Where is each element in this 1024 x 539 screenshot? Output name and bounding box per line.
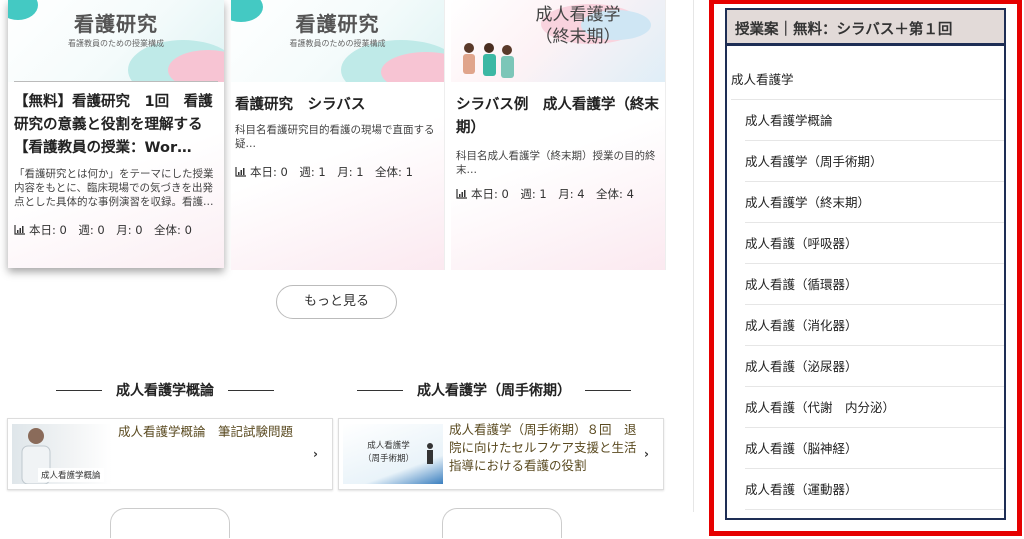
heading-rule bbox=[228, 389, 274, 391]
stats-text: 本日: 0 週: 1 月: 4 全体: 4 bbox=[471, 187, 634, 201]
section-heading: 成人看護学（周手術期） bbox=[357, 380, 631, 400]
link-thumbnail-label: 成人看護学概論 bbox=[38, 468, 104, 482]
link-thumbnail: 成人看護学概論 bbox=[12, 424, 112, 484]
column-divider bbox=[693, 0, 694, 512]
card-title[interactable]: シラバス例 成人看護学（終末期） bbox=[456, 94, 662, 140]
chevron-right-icon: › bbox=[644, 447, 649, 461]
card-description: 科目名看護研究目的看護の現場で直面する疑… bbox=[235, 124, 435, 150]
more-button[interactable] bbox=[110, 508, 230, 538]
bar-chart-icon bbox=[235, 167, 246, 177]
link-thumbnail-label-line: （周手術期） bbox=[363, 454, 415, 464]
bar-chart-icon bbox=[14, 225, 25, 235]
card-thumbnail[interactable]: 成人看護学 （終末期） bbox=[451, 0, 665, 82]
section-heading-text: 成人看護学（周手術期） bbox=[417, 383, 571, 399]
widget-header: 授業案｜無料：シラバス＋第１回 bbox=[727, 10, 1004, 46]
category-root[interactable]: 成人看護学 bbox=[731, 59, 1004, 100]
link-thumbnail-label-line: 成人看護学 bbox=[367, 441, 410, 451]
category-item[interactable]: 成人看護（脳神経） bbox=[745, 428, 1004, 469]
widget-title: 授業案｜無料：シラバス＋第１回 bbox=[735, 22, 953, 38]
related-link-card[interactable]: 成人看護学概論 成人看護学概論 筆記試験問題 › bbox=[7, 418, 333, 490]
card-title[interactable]: 【無料】看護研究 1回 看護研究の意義と役割を理解する【看護教員の授業：Wor… bbox=[14, 91, 218, 160]
category-item[interactable]: 成人看護（消化器） bbox=[745, 305, 1004, 346]
category-item[interactable]: 成人看護学（終末期） bbox=[745, 182, 1004, 223]
card-stats: 本日: 0 週: 0 月: 0 全体: 0 bbox=[14, 222, 192, 238]
section-heading: 成人看護学概論 bbox=[56, 380, 274, 400]
thumbnail-title: 看護研究 bbox=[74, 12, 158, 36]
card-thumbnail[interactable]: 看護研究 看護教員のための授業構成 bbox=[8, 0, 224, 82]
card-stats: 本日: 0 週: 1 月: 1 全体: 1 bbox=[235, 164, 413, 180]
stats-text: 本日: 0 週: 0 月: 0 全体: 0 bbox=[29, 223, 192, 237]
category-item[interactable]: 成人看護（代謝 内分泌） bbox=[745, 387, 1004, 428]
category-item[interactable]: 成人看護（運動器） bbox=[745, 469, 1004, 510]
card-stats: 本日: 0 週: 1 月: 4 全体: 4 bbox=[456, 186, 634, 202]
article-card[interactable]: 看護研究 看護教員のための授業構成 看護研究 シラバス 科目名看護研究目的看護の… bbox=[231, 0, 445, 270]
heading-rule bbox=[585, 389, 631, 391]
category-item[interactable]: 成人看護（呼吸器） bbox=[745, 223, 1004, 264]
section-heading-text: 成人看護学概論 bbox=[116, 383, 214, 399]
article-card[interactable]: 成人看護学 （終末期） シラバス例 成人看護学（終末期） 科目名成人看護学（終末… bbox=[451, 0, 666, 270]
category-item[interactable]: 成人看護（泌尿器） bbox=[745, 346, 1004, 387]
related-link-text[interactable]: 成人看護学概論 筆記試験問題 bbox=[118, 423, 308, 441]
figure-icon bbox=[427, 443, 433, 464]
link-thumbnail: 成人看護学 （周手術期） bbox=[343, 424, 443, 484]
article-card[interactable]: 看護研究 看護教員のための授業構成 【無料】看護研究 1回 看護研究の意義と役割… bbox=[8, 0, 224, 268]
thumbnail-subtitle: 看護教員のための授業構成 bbox=[289, 39, 386, 48]
category-widget: 授業案｜無料：シラバス＋第１回 成人看護学 成人看護学概論 成人看護学（周手術期）… bbox=[725, 8, 1006, 520]
category-item[interactable]: 成人看護学（周手術期） bbox=[745, 141, 1004, 182]
thumbnail-title-line: 成人看護学 bbox=[535, 5, 621, 25]
chevron-right-icon: › bbox=[313, 447, 318, 461]
heading-rule bbox=[56, 389, 102, 391]
related-link-text[interactable]: 成人看護学（周手術期）８回 退院に向けたセルフケア支援と生活指導における看護の役… bbox=[449, 421, 641, 475]
link-thumbnail-label: 成人看護学 （周手術期） bbox=[363, 440, 414, 466]
divider bbox=[14, 81, 218, 82]
heading-rule bbox=[357, 389, 403, 391]
card-thumbnail[interactable]: 看護研究 看護教員のための授業構成 bbox=[231, 0, 444, 82]
page: 看護研究 看護教員のための授業構成 【無料】看護研究 1回 看護研究の意義と役割… bbox=[0, 0, 1024, 539]
bar-chart-icon bbox=[456, 189, 467, 199]
thumbnail-title-line: （終末期） bbox=[535, 27, 621, 47]
category-item[interactable]: 成人看護（循環器） bbox=[745, 264, 1004, 305]
more-button[interactable]: もっと見る bbox=[276, 285, 397, 319]
card-description: 科目名成人看護学（終末期）授業の目的終末… bbox=[456, 150, 656, 176]
thumbnail-title: 看護研究 bbox=[295, 12, 380, 36]
thumbnail-subtitle: 看護教員のための授業構成 bbox=[68, 39, 164, 48]
card-title[interactable]: 看護研究 シラバス bbox=[235, 94, 441, 117]
related-link-card[interactable]: 成人看護学 （周手術期） 成人看護学（周手術期）８回 退院に向けたセルフケア支援… bbox=[338, 418, 664, 490]
card-description: 「看護研究とは何か」をテーマにした授業内容をもとに、臨床現場での気づきを出発点と… bbox=[14, 168, 214, 208]
more-button[interactable] bbox=[442, 508, 562, 538]
stats-text: 本日: 0 週: 1 月: 1 全体: 1 bbox=[250, 165, 413, 179]
category-item[interactable]: 成人看護学概論 bbox=[745, 100, 1004, 141]
thumbnail-title: 成人看護学 （終末期） bbox=[491, 4, 665, 48]
